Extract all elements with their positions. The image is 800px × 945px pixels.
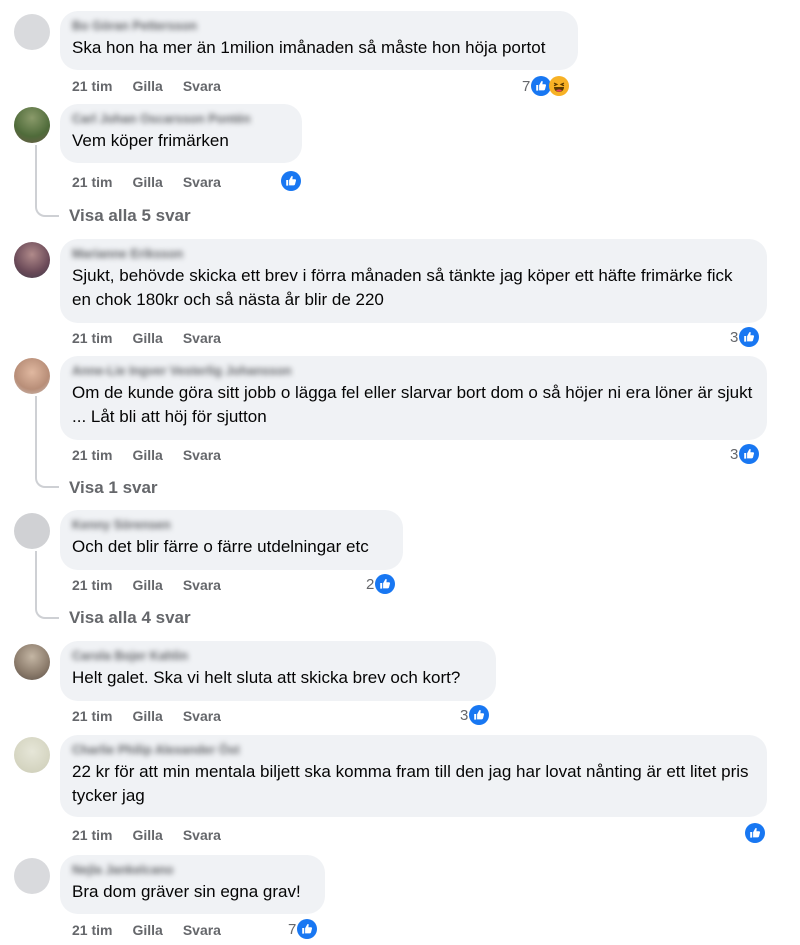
avatar[interactable] [14,513,50,549]
comment-bubble: Marianne Eriksson Sjukt, behövde skicka … [60,239,767,323]
comment-time[interactable]: 21 tim [72,330,112,346]
reaction-count: 3 [460,706,469,724]
comment-author[interactable]: Bo Göran Pettersson [72,19,566,33]
reaction-count: 3 [730,328,739,346]
comment-author[interactable]: Carola Bojer Kahlin [72,649,484,663]
thread-line [35,145,59,217]
like-button[interactable]: Gilla [132,827,162,843]
reply-button[interactable]: Svara [183,174,221,190]
comment-time[interactable]: 21 tim [72,78,112,94]
comment-time[interactable]: 21 tim [72,577,112,593]
view-replies-link[interactable]: Visa alla 5 svar [69,206,191,226]
comment-author[interactable]: Charlie Philip Alexander Öst [72,743,755,757]
comment-text: Vem köper frimärken [72,131,229,150]
comment-text: Sjukt, behövde skicka ett brev i förra m… [72,266,733,309]
comment-author[interactable]: Kenny Sörensen [72,518,391,532]
comment-text: Helt galet. Ska vi helt sluta att skicka… [72,668,461,687]
like-icon [745,823,765,843]
comment-actions: 21 tim Gilla Svara [72,708,241,724]
reply-button[interactable]: Svara [183,827,221,843]
like-button[interactable]: Gilla [132,330,162,346]
thread-line [35,551,59,619]
like-button[interactable]: Gilla [132,174,162,190]
comment-actions: 21 tim Gilla Svara [72,174,241,190]
reply-button[interactable]: Svara [183,577,221,593]
comment-author[interactable]: Anne-Lie Ingver Vesterlig Johansson [72,364,755,378]
like-icon [375,574,396,594]
haha-icon [549,76,570,96]
thread-line [35,396,59,488]
reaction-summary[interactable]: 3 [460,705,490,725]
comment-bubble: Carola Bojer Kahlin Helt galet. Ska vi h… [60,641,496,701]
comment-text: Och det blir färre o färre utdelningar e… [72,537,369,556]
like-button[interactable]: Gilla [132,708,162,724]
reaction-count: 7 [288,920,297,938]
like-icon [739,327,760,347]
like-button[interactable]: Gilla [132,922,162,938]
comment-actions: 21 tim Gilla Svara [72,78,241,94]
reply-button[interactable]: Svara [183,708,221,724]
comment-bubble: Charlie Philip Alexander Öst 22 kr för a… [60,735,767,817]
reaction-summary[interactable] [280,171,301,191]
avatar[interactable] [14,107,50,143]
view-replies-link[interactable]: Visa alla 4 svar [69,608,191,628]
comment-actions: 21 tim Gilla Svara [72,330,241,346]
comment-author[interactable]: Carl Johan Oscarsson Pontén [72,112,290,126]
reaction-summary[interactable]: 7 [288,919,318,939]
comment-actions: 21 tim Gilla Svara [72,447,241,463]
comment-actions: 21 tim Gilla Svara [72,922,241,938]
like-button[interactable]: Gilla [132,78,162,94]
like-icon [739,444,760,464]
comment-actions: 21 tim Gilla Svara [72,577,241,593]
like-icon [469,705,490,725]
comment-text: 22 kr för att min mentala biljett ska ko… [72,762,749,805]
reaction-summary[interactable] [744,823,765,843]
reaction-summary[interactable]: 3 [730,327,760,347]
comment-bubble: Anne-Lie Ingver Vesterlig Johansson Om d… [60,356,767,440]
like-icon [531,76,552,96]
comment-text: Om de kunde göra sitt jobb o lägga fel e… [72,383,753,426]
avatar[interactable] [14,242,50,278]
reaction-summary[interactable]: 3 [730,444,760,464]
avatar[interactable] [14,358,50,394]
reply-button[interactable]: Svara [183,447,221,463]
reply-button[interactable]: Svara [183,922,221,938]
avatar[interactable] [14,14,50,50]
comment-time[interactable]: 21 tim [72,922,112,938]
like-button[interactable]: Gilla [132,447,162,463]
comment-bubble: Kenny Sörensen Och det blir färre o färr… [60,510,403,570]
like-button[interactable]: Gilla [132,577,162,593]
avatar[interactable] [14,737,50,773]
reaction-count: 3 [730,445,739,463]
like-icon [281,171,301,191]
comment-text: Ska hon ha mer än 1milion imånaden så må… [72,38,546,57]
avatar[interactable] [14,644,50,680]
reaction-summary[interactable]: 7 [522,76,570,96]
comment-bubble: Bo Göran Pettersson Ska hon ha mer än 1m… [60,11,578,70]
like-icon [297,919,318,939]
reaction-count: 7 [522,77,531,95]
reaction-count: 2 [366,575,375,593]
comment-time[interactable]: 21 tim [72,708,112,724]
comment-author[interactable]: Nejla Jankelcano [72,863,313,877]
avatar[interactable] [14,858,50,894]
reply-button[interactable]: Svara [183,78,221,94]
reply-button[interactable]: Svara [183,330,221,346]
comment-text: Bra dom gräver sin egna grav! [72,882,301,901]
comment-author[interactable]: Marianne Eriksson [72,247,755,261]
view-replies-link[interactable]: Visa 1 svar [69,478,158,498]
comment-bubble: Nejla Jankelcano Bra dom gräver sin egna… [60,855,325,914]
comment-actions: 21 tim Gilla Svara [72,827,241,843]
comment-bubble: Carl Johan Oscarsson Pontén Vem köper fr… [60,104,302,163]
reaction-summary[interactable]: 2 [366,574,396,594]
comment-time[interactable]: 21 tim [72,174,112,190]
comment-time[interactable]: 21 tim [72,447,112,463]
comment-time[interactable]: 21 tim [72,827,112,843]
